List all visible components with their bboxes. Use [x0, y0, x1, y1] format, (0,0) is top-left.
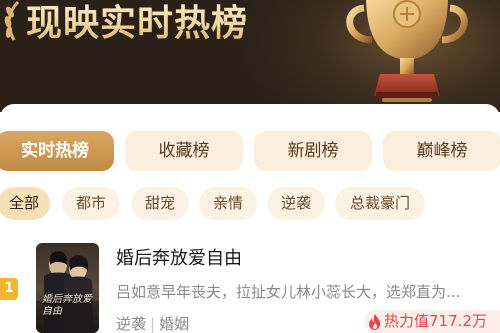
tab-peak[interactable]: 巅峰榜 — [383, 131, 500, 171]
heat-badge: 热力值717.2万 — [364, 310, 500, 333]
item-title[interactable]: 婚后奔放爱自由 — [116, 244, 242, 270]
rank-badge: 1 — [0, 278, 18, 300]
filter-ceo[interactable]: 总裁豪门 — [335, 187, 425, 220]
tab-realtime-hot[interactable]: 实时热榜 — [0, 131, 114, 171]
filter-family[interactable]: 亲情 — [199, 187, 257, 220]
filter-all[interactable]: 全部 — [0, 187, 50, 220]
item-tags: 逆袭 | 婚姻 — [116, 313, 189, 333]
poster-title: 婚后奔放爱自由 — [42, 294, 92, 317]
flame-icon — [369, 313, 381, 330]
banner: 现映实时热榜 — [0, 0, 500, 112]
banner-title: 现映实时热榜 — [26, 0, 248, 46]
tab-favorites[interactable]: 收藏榜 — [125, 131, 243, 171]
tag: 逆袭 — [116, 315, 147, 333]
item-description: 吕如意早年丧夫，拉扯女儿林小蕊长大，选郑直为... — [116, 283, 461, 301]
tab-new-drama[interactable]: 新剧榜 — [254, 131, 372, 171]
trophy-icon — [346, 0, 468, 102]
heat-value: 热力值717.2万 — [384, 312, 487, 330]
filter-sweet[interactable]: 甜宠 — [131, 187, 189, 220]
drama-poster[interactable] — [36, 243, 99, 333]
tag-separator: | — [150, 315, 156, 333]
tag: 婚姻 — [159, 315, 190, 333]
filter-urban[interactable]: 都市 — [62, 187, 120, 220]
filter-comeback[interactable]: 逆袭 — [267, 187, 325, 220]
